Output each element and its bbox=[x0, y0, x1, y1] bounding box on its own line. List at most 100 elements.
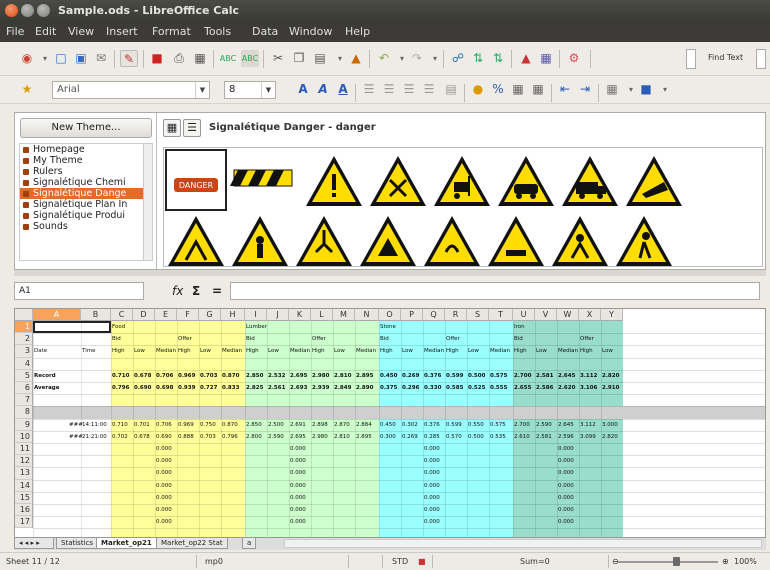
table-cell[interactable]: 0.585 bbox=[446, 385, 463, 391]
corner-cell[interactable] bbox=[15, 309, 33, 321]
table-cell[interactable]: 2.820 bbox=[602, 434, 618, 440]
align-left-icon[interactable]: ☰ bbox=[360, 81, 378, 98]
column-header[interactable]: P bbox=[401, 309, 423, 321]
table-cell[interactable]: 0.706 bbox=[156, 422, 172, 428]
table-cell[interactable]: 2.590 bbox=[536, 422, 552, 428]
warning-harmful-icon[interactable] bbox=[370, 156, 426, 206]
sum-icon[interactable]: Σ bbox=[192, 284, 200, 298]
column-header[interactable]: N bbox=[355, 309, 379, 321]
row-header[interactable]: 3 bbox=[15, 345, 33, 358]
menu-view[interactable]: View bbox=[68, 25, 94, 38]
table-cell[interactable]: 0.000 bbox=[156, 458, 172, 464]
table-cell[interactable]: 0.000 bbox=[290, 507, 306, 513]
warning-worker-icon[interactable] bbox=[552, 216, 608, 266]
copy-icon[interactable]: ❐ bbox=[290, 50, 308, 67]
table-cell[interactable]: 0.296 bbox=[402, 385, 419, 391]
hazard-stripe-icon[interactable] bbox=[230, 169, 293, 187]
table-cell[interactable]: 0.000 bbox=[558, 519, 574, 525]
close-window-button[interactable] bbox=[5, 4, 18, 17]
row-label[interactable]: Average bbox=[34, 385, 59, 391]
navigator-icon[interactable]: ⚙ bbox=[565, 50, 583, 67]
increase-indent-icon[interactable]: ⇥ bbox=[576, 81, 594, 98]
list-item[interactable]: Signalétique Plan In bbox=[20, 199, 152, 210]
autospell-icon[interactable]: ABC bbox=[241, 50, 259, 67]
print-preview-icon[interactable]: ▦ bbox=[191, 50, 209, 67]
save-icon[interactable]: ▣ bbox=[72, 50, 90, 67]
table-cell[interactable]: 0.000 bbox=[290, 446, 306, 452]
table-cell[interactable]: 0.000 bbox=[290, 495, 306, 501]
find-text-label[interactable]: Find Text bbox=[708, 53, 743, 62]
cut-icon[interactable]: ✂ bbox=[269, 50, 287, 67]
theme-list[interactable]: Homepage My Theme Rulers Signalétique Ch… bbox=[19, 143, 153, 261]
horizontal-scrollbar[interactable] bbox=[284, 539, 762, 548]
metric-header[interactable]: Low bbox=[602, 348, 613, 354]
table-cell[interactable]: 0.833 bbox=[222, 385, 239, 391]
metric-header[interactable]: High bbox=[312, 348, 325, 354]
sub-header[interactable]: Offer bbox=[580, 336, 594, 342]
tab-navigation-buttons[interactable]: ◂ ◂ ▸ ▸ bbox=[14, 538, 54, 549]
bold-icon[interactable]: A bbox=[294, 81, 312, 98]
table-cell[interactable]: 0.000 bbox=[290, 458, 306, 464]
zoom-level[interactable]: 100% bbox=[734, 557, 757, 566]
column-header[interactable]: X bbox=[579, 309, 601, 321]
warning-lifting-icon[interactable] bbox=[168, 216, 224, 266]
column-header[interactable]: S bbox=[467, 309, 489, 321]
group-header[interactable]: Stone bbox=[380, 324, 396, 330]
table-cell[interactable]: 2.870 bbox=[334, 422, 350, 428]
table-cell[interactable]: 0.678 bbox=[134, 373, 151, 379]
table-cell[interactable]: 0.888 bbox=[178, 434, 194, 440]
table-cell[interactable]: 0.000 bbox=[290, 470, 306, 476]
table-cell[interactable]: 2.645 bbox=[558, 373, 575, 379]
column-header[interactable]: V bbox=[535, 309, 557, 321]
email-icon[interactable]: ✉ bbox=[92, 50, 110, 67]
warning-tipping-truck-icon[interactable] bbox=[626, 156, 682, 206]
table-cell[interactable]: 0.000 bbox=[558, 483, 574, 489]
merge-cells-icon[interactable]: ▤ bbox=[442, 81, 460, 98]
column-header[interactable]: T bbox=[489, 309, 513, 321]
minimize-window-button[interactable] bbox=[21, 4, 34, 17]
gallery-splitter[interactable] bbox=[14, 270, 766, 276]
percent-icon[interactable]: % bbox=[489, 81, 507, 98]
metric-header[interactable]: High bbox=[178, 348, 191, 354]
table-cell[interactable]: 0.376 bbox=[424, 422, 440, 428]
table-cell[interactable]: 0.525 bbox=[468, 385, 485, 391]
menu-window[interactable]: Window bbox=[289, 25, 332, 38]
table-cell[interactable]: 0.550 bbox=[468, 422, 484, 428]
column-header[interactable]: D bbox=[133, 309, 155, 321]
column-header[interactable]: L bbox=[311, 309, 333, 321]
metric-header[interactable]: Median bbox=[290, 348, 310, 354]
table-cell[interactable]: 0.500 bbox=[468, 373, 485, 379]
borders-icon[interactable]: ▦ bbox=[603, 81, 621, 98]
column-header[interactable]: Y bbox=[601, 309, 623, 321]
table-cell[interactable]: 14:11:00 bbox=[82, 422, 107, 428]
formula-input[interactable] bbox=[230, 282, 760, 300]
table-cell[interactable]: 2.800 bbox=[246, 434, 262, 440]
table-cell[interactable]: 2.500 bbox=[268, 422, 284, 428]
warning-vehicle-icon[interactable] bbox=[498, 156, 554, 206]
sheet-tab[interactable]: Statistics bbox=[56, 538, 98, 549]
table-cell[interactable]: 2.590 bbox=[268, 434, 284, 440]
table-cell[interactable]: 2.910 bbox=[602, 385, 619, 391]
paste-icon[interactable]: ▤ bbox=[311, 50, 329, 67]
table-cell[interactable]: 0.535 bbox=[490, 434, 506, 440]
metric-header[interactable]: High bbox=[380, 348, 393, 354]
table-cell[interactable]: 0.698 bbox=[156, 385, 173, 391]
table-cell[interactable]: 0.000 bbox=[558, 470, 574, 476]
sub-header[interactable]: Offer bbox=[446, 336, 460, 342]
row-header[interactable]: 5 bbox=[15, 369, 33, 382]
table-cell[interactable]: 2.895 bbox=[356, 373, 373, 379]
row-header[interactable]: 4 bbox=[15, 357, 33, 370]
column-header[interactable]: B bbox=[81, 309, 111, 321]
edit-mode-icon[interactable]: ✎ bbox=[120, 50, 138, 67]
table-cell[interactable]: 2.581 bbox=[536, 434, 552, 440]
sub-header[interactable]: Bid bbox=[380, 336, 389, 342]
table-cell[interactable]: 0.000 bbox=[424, 470, 440, 476]
sheet-tab[interactable]: Market_op22 Stat bbox=[156, 538, 228, 549]
list-item-selected[interactable]: Signalétique Dange bbox=[20, 188, 152, 199]
clone-formatting-icon[interactable]: ▲ bbox=[347, 50, 365, 67]
selection-mode-status[interactable]: STD bbox=[392, 557, 408, 566]
table-cell[interactable]: 0.727 bbox=[200, 385, 217, 391]
warning-crush-icon[interactable] bbox=[360, 216, 416, 266]
zoom-slider-handle[interactable] bbox=[673, 557, 680, 566]
column-header[interactable]: E bbox=[155, 309, 177, 321]
